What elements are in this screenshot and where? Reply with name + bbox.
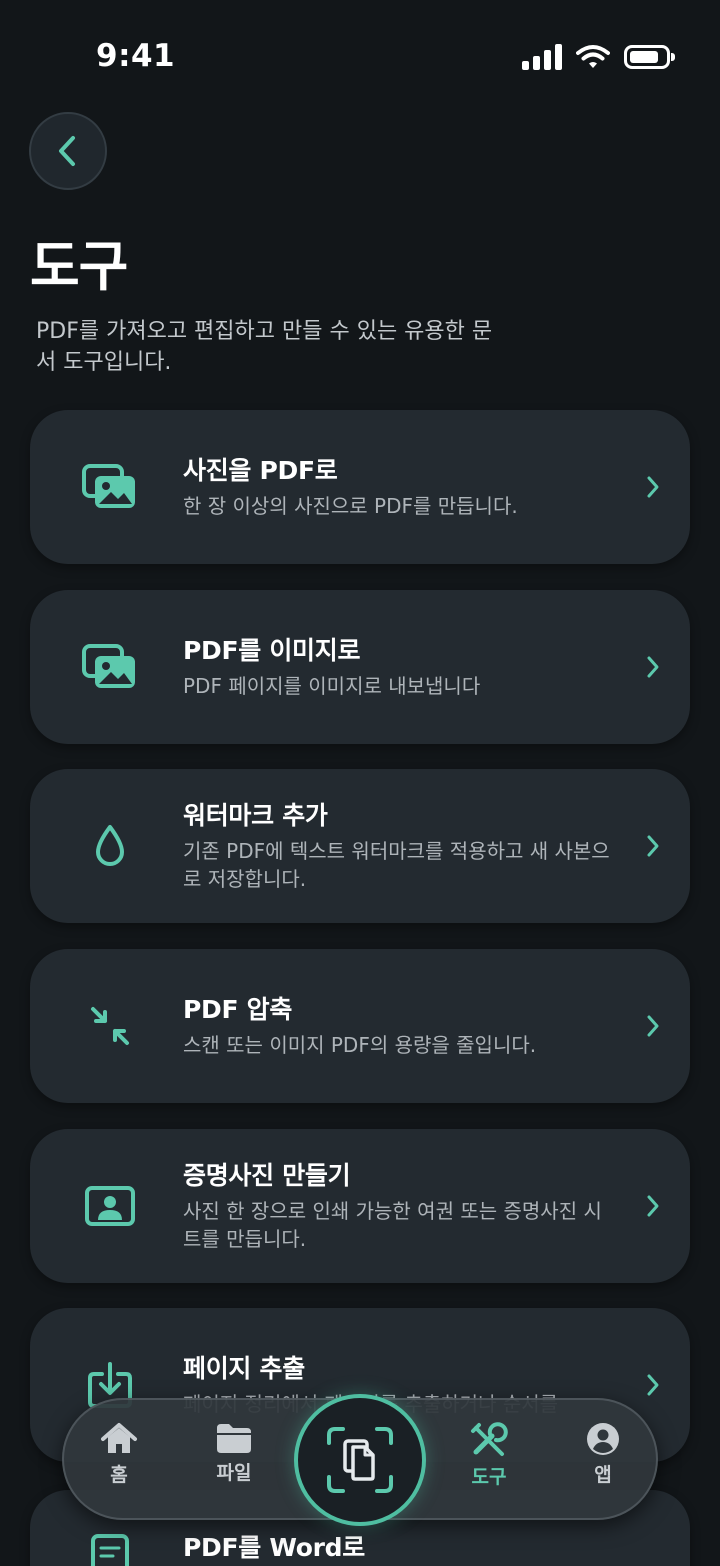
nav-item-home[interactable]: 홈 <box>74 1422 164 1487</box>
status-icons <box>522 42 675 72</box>
chevron-right-icon <box>647 1195 659 1217</box>
chevron-left-icon <box>59 136 75 166</box>
chevron-right-icon <box>647 656 659 678</box>
tool-title: PDF를 이미지로 <box>183 636 361 665</box>
nav-label: 파일 <box>216 1462 252 1484</box>
profile-icon <box>587 1423 619 1455</box>
chevron-right-icon <box>647 1374 659 1396</box>
word-icon <box>80 1526 140 1566</box>
tool-title: 증명사진 만들기 <box>183 1161 351 1190</box>
cellular-signal-icon <box>522 44 562 70</box>
compress-icon <box>80 996 140 1056</box>
scan-document-icon <box>327 1427 393 1493</box>
chevron-right-icon <box>647 476 659 498</box>
battery-icon <box>624 45 675 69</box>
page-description: PDF를 가져오고 편집하고 만들 수 있는 유용한 문서 도구입니다. <box>36 319 493 375</box>
tool-card-photo-to-pdf[interactable]: 사진을 PDF로 한 장 이상의 사진으로 PDF를 만듭니다. <box>30 410 690 564</box>
nav-item-app[interactable]: 앱 <box>558 1422 648 1487</box>
tool-description: 사진 한 장으로 인쇄 가능한 여권 또는 증명사진 시트를 만듭니다. <box>183 1199 602 1251</box>
tools-screen: 9:41 도구 PDF를 가져오고 편집하고 만들 수 있는 유용한 문서 도구… <box>0 0 720 1566</box>
nav-label: 도구 <box>471 1466 507 1488</box>
tool-title: PDF 압축 <box>183 995 293 1024</box>
tool-card-id-photo[interactable]: 증명사진 만들기 사진 한 장으로 인쇄 가능한 여권 또는 증명사진 시트를 … <box>30 1129 690 1283</box>
tool-description: 한 장 이상의 사진으로 PDF를 만듭니다. <box>183 494 518 518</box>
tool-title: PDF를 Word로 <box>183 1533 365 1562</box>
id-photo-icon <box>80 1176 140 1236</box>
tool-title: 페이지 추출 <box>183 1354 305 1383</box>
status-time: 9:41 <box>96 38 176 74</box>
tool-card-add-watermark[interactable]: 워터마크 추가 기존 PDF에 텍스트 워터마크를 적용하고 새 사본으로 저장… <box>30 769 690 923</box>
wifi-icon <box>576 45 610 68</box>
tool-title: 사진을 PDF로 <box>183 456 338 485</box>
chevron-right-icon <box>647 1015 659 1037</box>
tool-description: PDF 페이지를 이미지로 내보냅니다 <box>183 674 481 698</box>
back-button[interactable] <box>29 112 107 190</box>
tool-title: 워터마크 추가 <box>183 801 328 830</box>
images-icon <box>80 637 140 697</box>
tool-description: 기존 PDF에 텍스트 워터마크를 적용하고 새 사본으로 저장합니다. <box>183 839 610 891</box>
scan-button[interactable] <box>294 1394 426 1526</box>
nav-item-tools[interactable]: 도구 <box>444 1422 534 1489</box>
page-title: 도구 <box>30 235 128 298</box>
nav-label: 홈 <box>110 1464 128 1486</box>
tools-icon <box>471 1422 508 1456</box>
chevron-right-icon <box>647 835 659 857</box>
tool-card-pdf-to-image[interactable]: PDF를 이미지로 PDF 페이지를 이미지로 내보냅니다 <box>30 590 690 744</box>
home-icon <box>101 1423 137 1453</box>
photos-icon <box>80 457 140 517</box>
nav-label: 앱 <box>594 1464 612 1486</box>
tool-card-compress-pdf[interactable]: PDF 압축 스캔 또는 이미지 PDF의 용량을 줄입니다. <box>30 949 690 1103</box>
tool-description: 스캔 또는 이미지 PDF의 용량을 줄입니다. <box>183 1033 537 1057</box>
folder-icon <box>217 1424 251 1453</box>
nav-item-files[interactable]: 파일 <box>189 1422 279 1485</box>
drop-icon <box>80 816 140 876</box>
